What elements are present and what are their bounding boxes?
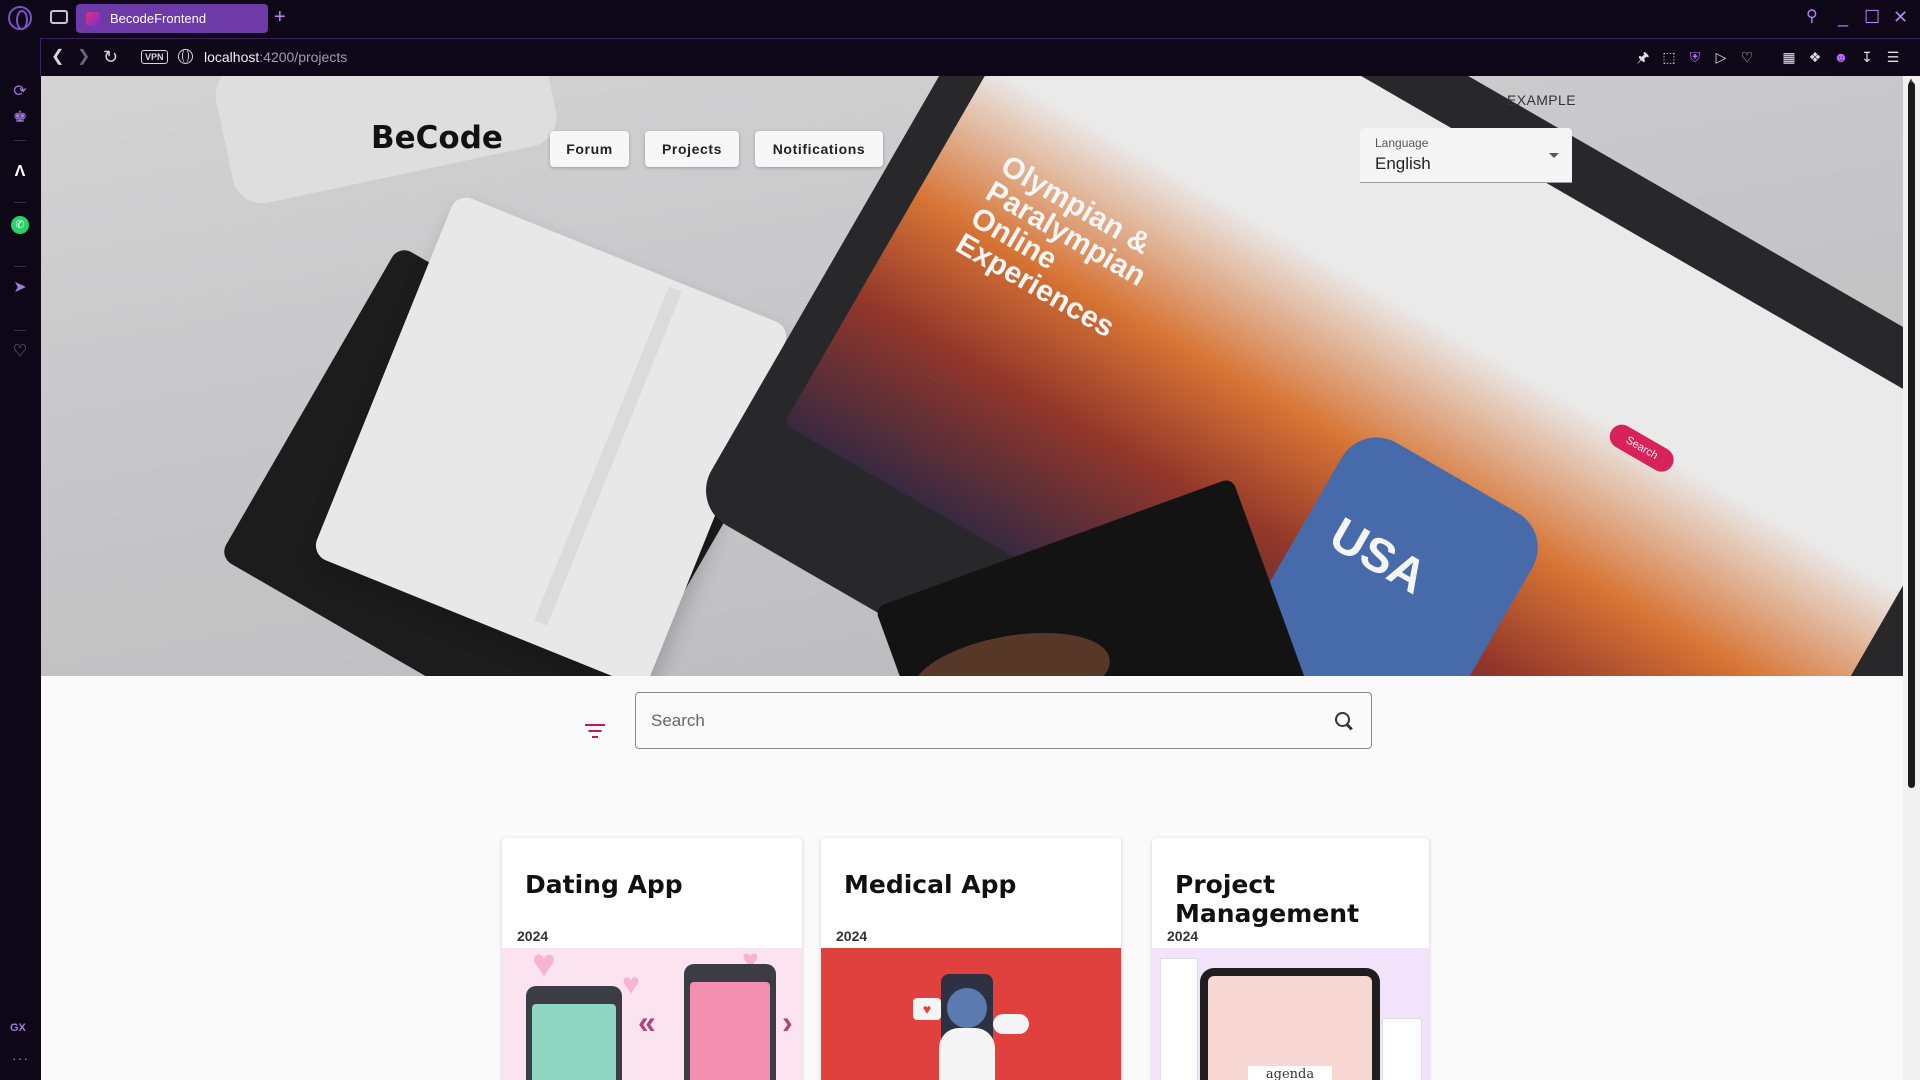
url-field[interactable]: localhost:4200/projects	[204, 49, 347, 65]
project-card-title: Medical App	[844, 870, 1017, 899]
page-viewport: airbnb Olympian & Paralympian Online Exp…	[41, 76, 1903, 1080]
tab-switcher-icon[interactable]	[50, 10, 68, 24]
more-icon[interactable]: ···	[12, 1050, 29, 1066]
language-select-label: Language	[1375, 136, 1429, 150]
close-window-icon[interactable]: ✕	[1893, 6, 1908, 28]
language-select[interactable]: Language English	[1360, 128, 1572, 183]
shield-icon[interactable]: ⛨	[1687, 49, 1703, 65]
nav-notifications-button[interactable]: Notifications	[755, 131, 883, 167]
profile-icon[interactable]: ☻	[1833, 49, 1849, 65]
extension-badge-icon[interactable]: ▦	[1781, 49, 1797, 65]
angular-favicon-icon	[86, 11, 100, 26]
hero-banner: airbnb Olympian & Paralympian Online Exp…	[41, 76, 1903, 676]
forward-arrow-icon[interactable]: ❯	[77, 47, 90, 67]
calendar-sheet	[1382, 1018, 1422, 1080]
phone-left	[526, 986, 622, 1080]
address-bar: ❮ ❯ ↻ VPN localhost:4200/projects 🖈 ⬚ ⛨ …	[40, 38, 1920, 76]
dating-illustration-image: ♥ ♥ ♥ « ›	[502, 948, 802, 1080]
project-card-title: Dating App	[525, 870, 683, 899]
search-input[interactable]	[651, 707, 1291, 735]
browser-title-bar: BecodeFrontend + ⚲ _ ☐ ✕	[0, 0, 1920, 36]
aria-ai-icon[interactable]: Λ	[10, 162, 30, 182]
opera-gx-logo-icon[interactable]	[8, 6, 32, 30]
snapshot-icon[interactable]: ⬚	[1661, 49, 1677, 65]
agenda-illustration-image: agenda	[1152, 948, 1429, 1080]
brand-logo[interactable]: BeCode	[371, 120, 503, 156]
sidebar-separator	[14, 266, 26, 267]
example-label: EXAMPLE	[1507, 92, 1576, 108]
browser-sidebar: ⟳ ♚ Λ ✆ ➤ ♡ GX ···	[0, 76, 40, 1080]
menu-icon[interactable]: ☰	[1885, 49, 1901, 65]
gx-corner-icon[interactable]: ♚	[10, 108, 30, 128]
project-card[interactable]: Dating App 2024 ♥ ♥ ♥ « ›	[502, 838, 802, 1080]
nav-forum-button[interactable]: Forum	[550, 131, 629, 167]
heart-icon: ♥	[532, 948, 556, 986]
chevron-left-icon: «	[638, 1004, 656, 1040]
nav-projects-button[interactable]: Projects	[645, 131, 739, 167]
whatsapp-icon[interactable]: ✆	[11, 216, 29, 234]
filter-icon[interactable]	[585, 724, 605, 740]
dropdown-arrow-icon	[1549, 153, 1559, 158]
tab-title: BecodeFrontend	[110, 11, 207, 26]
project-card-year: 2024	[517, 928, 549, 944]
reload-icon[interactable]: ↻	[103, 47, 118, 67]
phone-right	[684, 964, 776, 1080]
heart-card-icon: ♥	[913, 998, 941, 1020]
calendar-sheet	[1160, 958, 1198, 1080]
project-card-year: 2024	[836, 928, 868, 944]
sidebar-separator	[14, 202, 26, 203]
download-icon[interactable]: ↧	[1859, 49, 1875, 65]
sidebar-separator	[14, 140, 26, 141]
player-icon[interactable]: ▷	[1713, 49, 1729, 65]
heart-icon: ♥	[622, 968, 640, 1001]
project-card[interactable]: Project Management 2024 agenda	[1152, 838, 1429, 1080]
new-tab-plus-icon[interactable]: +	[274, 6, 286, 28]
globe-icon[interactable]	[178, 49, 193, 64]
doctor-coat	[939, 1028, 995, 1080]
url-host: localhost	[204, 49, 260, 65]
chat-bubble-icon	[993, 1014, 1029, 1034]
scrollbar-thumb[interactable]	[1908, 82, 1915, 788]
browser-tab[interactable]: BecodeFrontend	[76, 4, 268, 33]
language-select-value: English	[1375, 154, 1431, 173]
gx-label[interactable]: GX	[10, 1022, 26, 1034]
send-icon[interactable]: ➤	[10, 278, 30, 298]
url-path: :4200/projects	[259, 49, 348, 65]
vpn-badge[interactable]: VPN	[141, 50, 168, 64]
search-tabs-icon[interactable]: ⚲	[1806, 6, 1818, 28]
hero-overlay	[41, 76, 1903, 676]
favorites-heart-icon[interactable]: ♡	[10, 342, 30, 362]
minimize-icon[interactable]: _	[1838, 6, 1848, 28]
pin-icon[interactable]: 🖈	[1635, 49, 1651, 65]
project-card-year: 2024	[1167, 928, 1199, 944]
heart-icon[interactable]: ♡	[1739, 49, 1755, 65]
sidebar-separator	[14, 330, 26, 331]
page-scrollbar[interactable]: ▲	[1903, 76, 1920, 1080]
project-card-title: Project Management	[1175, 870, 1360, 928]
speed-dial-icon[interactable]: ⟳	[10, 82, 30, 102]
maximize-icon[interactable]: ☐	[1864, 6, 1880, 28]
search-icon[interactable]	[1333, 710, 1355, 732]
back-arrow-icon[interactable]: ❮	[51, 47, 64, 67]
puzzle-icon[interactable]: ❖	[1807, 49, 1823, 65]
doctor-head	[947, 988, 987, 1028]
project-card[interactable]: Medical App 2024 ♥	[821, 838, 1121, 1080]
search-field	[635, 692, 1372, 749]
medical-illustration-image: ♥	[821, 948, 1121, 1080]
chevron-right-icon: ›	[782, 1004, 793, 1040]
tablet-screen	[1208, 976, 1372, 1080]
agenda-label: agenda	[1248, 1066, 1332, 1080]
